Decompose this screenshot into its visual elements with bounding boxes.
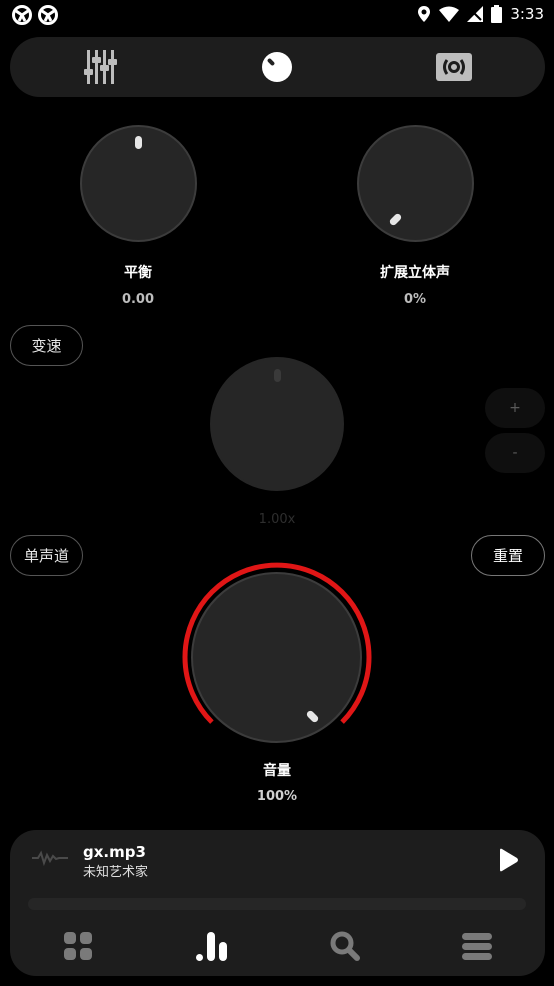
tab-surround[interactable]: [426, 47, 482, 87]
nav-audio-effects[interactable]: [191, 926, 231, 966]
balance-knob[interactable]: [80, 125, 197, 242]
knob-indicator: [135, 136, 142, 149]
playback-progress-bar[interactable]: [28, 898, 526, 910]
track-artist: 未知艺术家: [83, 865, 149, 880]
volume-value: 100%: [256, 789, 298, 804]
track-title: gx.mp3: [83, 843, 146, 861]
volume-knob[interactable]: [191, 572, 362, 743]
knob-indicator: [388, 212, 403, 227]
search-icon: [330, 931, 360, 961]
stereo-expand-value: 0%: [403, 292, 427, 307]
balance-value: 0.00: [121, 292, 155, 307]
app-notification-icon: [38, 5, 58, 25]
nav-menu[interactable]: [457, 926, 497, 966]
grid-icon: [64, 932, 92, 960]
speed-decrease-button[interactable]: -: [485, 433, 545, 473]
nav-library[interactable]: [58, 926, 98, 966]
stereo-expand-knob[interactable]: [357, 125, 474, 242]
surround-speaker-icon: [436, 53, 472, 81]
menu-icon: [462, 933, 492, 960]
effects-knob-icon: [262, 52, 292, 82]
speed-knob[interactable]: [210, 357, 344, 491]
no-signal-icon: [467, 6, 484, 22]
reset-button[interactable]: 重置: [471, 535, 545, 576]
system-indicators: 3:33: [417, 5, 544, 23]
status-bar: 3:33: [0, 0, 554, 30]
notification-icons: [12, 5, 58, 25]
app-notification-icon: [12, 5, 32, 25]
knob-indicator: [305, 709, 320, 724]
tab-effects[interactable]: [249, 47, 305, 87]
speed-increase-button[interactable]: +: [485, 388, 545, 428]
clock: 3:33: [510, 5, 544, 23]
play-button[interactable]: [492, 846, 522, 874]
speed-value: 1.00x: [258, 512, 296, 527]
stereo-expand-label: 扩展立体声: [380, 265, 450, 281]
equalizer-sliders-icon: [84, 50, 117, 84]
battery-icon: [491, 5, 503, 23]
tab-equalizer[interactable]: [72, 47, 128, 87]
volume-label: 音量: [263, 763, 291, 779]
mode-tab-bar: [10, 37, 545, 97]
speed-toggle-button[interactable]: 变速: [10, 325, 83, 366]
knob-indicator: [274, 369, 281, 382]
location-icon: [418, 6, 431, 22]
wifi-icon: [439, 6, 460, 22]
nav-search[interactable]: [325, 926, 365, 966]
bars-chart-icon: [196, 932, 227, 961]
mono-toggle-button[interactable]: 单声道: [10, 535, 83, 576]
play-icon: [500, 848, 518, 872]
balance-label: 平衡: [124, 265, 152, 281]
waveform-icon: [32, 850, 68, 866]
